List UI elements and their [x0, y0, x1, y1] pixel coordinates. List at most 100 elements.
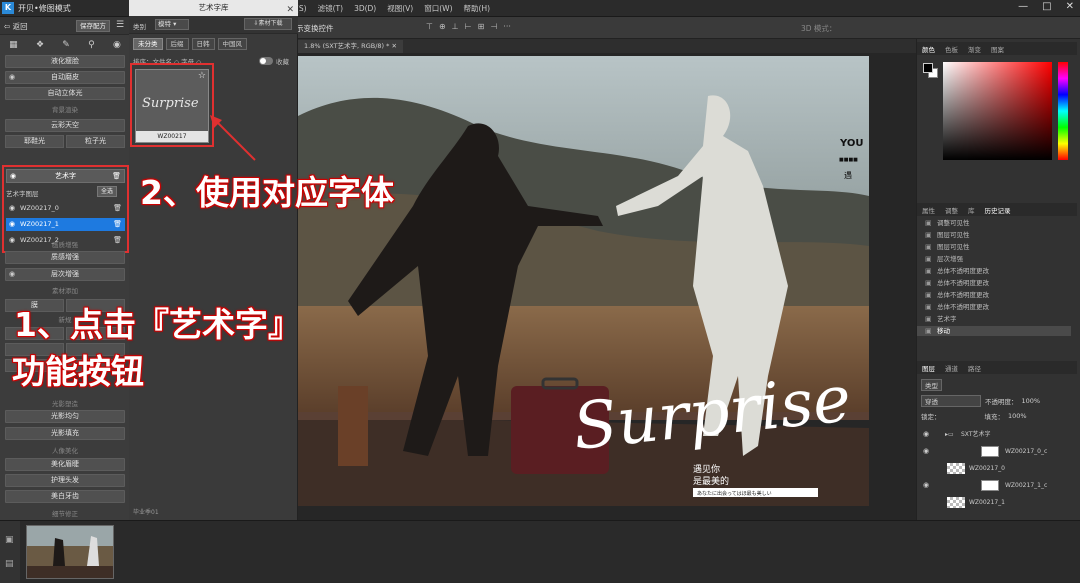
align-right-icon[interactable]: ⊣ — [490, 22, 497, 31]
layer-group-row[interactable]: ◉ ▸▭ SXT艺术字 — [917, 427, 1073, 442]
tab-swatches[interactable]: 色板 — [945, 44, 958, 54]
history-item[interactable]: 总体不透明度更改 — [917, 290, 1071, 300]
menu-icon[interactable]: ☰ — [116, 20, 124, 30]
foreground-swatch[interactable] — [923, 63, 933, 73]
layer-row[interactable]: WZ00217_0 — [917, 461, 1073, 476]
align-bottom-icon[interactable]: ⊥ — [452, 22, 459, 31]
select-all-button[interactable]: 全选 — [97, 186, 117, 197]
maximize-icon[interactable]: □ — [1042, 1, 1051, 12]
save-recipe-button[interactable]: 保存配方 — [76, 20, 110, 32]
tab-history[interactable]: 历史记录 — [985, 205, 1011, 215]
tab-gradient[interactable]: 渐变 — [968, 44, 981, 54]
tab-uncategorized[interactable]: 未分类 — [133, 38, 163, 50]
saturation-value-box[interactable] — [943, 62, 1052, 160]
photo-sub-text-1: 遇见你 — [693, 463, 720, 475]
texture-enhance-button[interactable]: 质感增强 — [5, 251, 125, 264]
menu-window[interactable]: 窗口(W) — [424, 3, 452, 14]
tab-suffix[interactable]: 后缀 — [165, 38, 189, 50]
layer-row[interactable]: WZ00217_1 — [917, 495, 1073, 510]
shadow-even-button[interactable]: 光影均匀 — [5, 410, 125, 423]
document-tab[interactable]: 1.8% (SXT艺术字, RGB/8) * ✕ — [298, 40, 403, 53]
minimize-icon[interactable]: — — [1018, 1, 1028, 12]
bokeh-button[interactable]: 耶鞋光 — [5, 135, 64, 148]
hair-button[interactable]: 护理头发 — [5, 474, 125, 487]
toggle-switch[interactable] — [259, 57, 273, 65]
tab-color[interactable]: 颜色 — [922, 44, 935, 54]
tab-properties[interactable]: 属性 — [922, 205, 935, 215]
eye-icon[interactable]: ◉ — [10, 170, 16, 182]
history-item-current[interactable]: 移动 — [917, 326, 1071, 336]
grid-icon[interactable]: ▦ — [9, 40, 18, 50]
align-middle-icon[interactable]: ⊕ — [439, 22, 446, 31]
art-text-button[interactable]: ◉ 艺术字 🗑 — [6, 169, 125, 183]
brow-button[interactable]: 美化眉睫 — [5, 458, 125, 471]
font-thumbnail[interactable]: ☆ Surprise WZ00217 — [135, 69, 209, 143]
eye-icon[interactable]: ◉ — [9, 218, 15, 231]
show-transform-label[interactable]: 示变换控件 — [296, 23, 334, 34]
art-layer-item[interactable]: ◉ WZ00217_0 🗑 — [6, 202, 125, 215]
history-item[interactable]: 图层可见性 — [917, 230, 1071, 240]
trash-icon[interactable]: 🗑 — [113, 218, 122, 231]
category-select[interactable]: 模特 ▾ — [155, 19, 189, 30]
shadow-fill-button[interactable]: 光影填充 — [5, 427, 125, 440]
history-item[interactable]: 层次增强 — [917, 254, 1071, 264]
history-item[interactable]: 总体不透明度更改 — [917, 266, 1071, 276]
eye-icon[interactable]: ◉ — [9, 72, 15, 83]
fill-field[interactable]: 100% — [1008, 412, 1027, 420]
layer-kind-select[interactable]: 类型 — [921, 379, 942, 391]
more-icon[interactable]: ··· — [503, 22, 511, 31]
tab-libraries[interactable]: 库 — [968, 205, 975, 215]
auto-3d-light-button[interactable]: 自动立体光 — [5, 87, 125, 100]
tab-pattern[interactable]: 图案 — [991, 44, 1004, 54]
eye-icon[interactable]: ◉ — [9, 269, 15, 280]
hue-slider[interactable] — [1058, 62, 1068, 160]
layer-row[interactable]: ◉ WZ00217_0_c — [917, 444, 1073, 459]
favorites-toggle[interactable]: 收藏 — [259, 56, 289, 66]
download-button[interactable]: ⇩素材下载 — [244, 18, 292, 30]
auto-skin-button[interactable]: ◉ 自动磨皮 — [5, 71, 125, 84]
brush-icon[interactable]: ✎ — [62, 40, 70, 50]
menu-view[interactable]: 视图(V) — [387, 3, 413, 14]
eye-icon[interactable]: ◉ — [113, 40, 121, 50]
history-item[interactable]: 图层可见性 — [917, 242, 1071, 252]
align-center-icon[interactable]: ⊞ — [478, 22, 485, 31]
history-item[interactable]: 调整可见性 — [917, 218, 1071, 228]
tab-chinese-style[interactable]: 中国风 — [217, 38, 247, 50]
eye-icon[interactable]: ◉ — [9, 202, 15, 215]
pin-icon[interactable]: ⚲ — [88, 40, 95, 50]
filmstrip-thumbnail[interactable] — [26, 525, 114, 579]
menu-help[interactable]: 帮助(H) — [464, 3, 491, 14]
image-icon[interactable]: ▣ — [5, 535, 14, 545]
eye-icon[interactable]: ◉ — [923, 427, 929, 442]
tab-japan-korea[interactable]: 日韩 — [191, 38, 215, 50]
history-item[interactable]: 总体不透明度更改 — [917, 302, 1071, 312]
step1-annotation-line2: 功能按钮 — [12, 352, 144, 391]
history-item[interactable]: 艺术字 — [917, 314, 1071, 324]
tab-adjustments[interactable]: 调整 — [945, 205, 958, 215]
blend-mode-select[interactable]: 穿透 — [921, 395, 981, 407]
photo-canvas[interactable]: YOU ■■■■ 遇 Surprise 遇见你 是最美的 あなたに出会ってはほ最… — [298, 56, 869, 506]
eye-icon[interactable]: ◉ — [923, 444, 929, 459]
close-icon[interactable]: ✕ — [1066, 1, 1074, 12]
trash-icon[interactable]: 🗑 — [113, 202, 122, 215]
cloud-sky-button[interactable]: 云彩天空 — [5, 119, 125, 132]
layer-row[interactable]: ◉ WZ00217_1_c — [917, 478, 1073, 493]
menu-filter[interactable]: 滤镜(T) — [318, 3, 343, 14]
particle-button[interactable]: 粒子光 — [66, 135, 125, 148]
eye-icon[interactable]: ◉ — [923, 478, 929, 493]
history-item[interactable]: 总体不透明度更改 — [917, 278, 1071, 288]
layer-enhance-button[interactable]: ◉ 层次增强 — [5, 268, 125, 281]
art-layer-item-selected[interactable]: ◉ WZ00217_1 🗑 — [6, 218, 125, 231]
cube-icon[interactable]: ❖ — [36, 40, 44, 50]
teeth-button[interactable]: 美白牙齿 — [5, 490, 125, 503]
folder-icon[interactable]: ▤ — [5, 559, 14, 569]
liquify-button[interactable]: 液化瘦脸 — [5, 55, 125, 68]
align-left-icon[interactable]: ⊢ — [465, 22, 472, 31]
star-icon[interactable]: ☆ — [198, 71, 206, 81]
menu-3d[interactable]: 3D(D) — [354, 4, 376, 13]
canvas-area[interactable]: YOU ■■■■ 遇 Surprise 遇见你 是最美的 あなたに出会ってはほ最… — [298, 53, 916, 520]
opacity-field[interactable]: 100% — [1022, 397, 1041, 405]
align-top-icon[interactable]: ⊤ — [426, 22, 433, 31]
back-button[interactable]: ⇦ 返回 — [4, 21, 28, 32]
trash-icon[interactable]: 🗑 — [112, 170, 121, 182]
